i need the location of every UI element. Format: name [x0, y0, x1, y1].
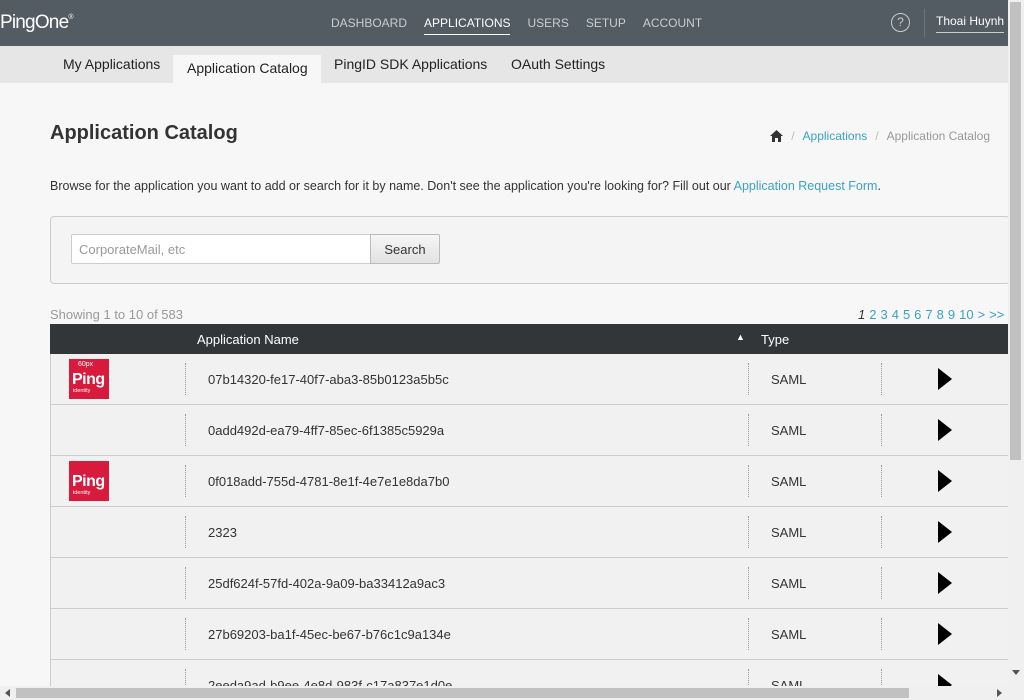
- horizontal-scrollbar-thumb[interactable]: [16, 688, 909, 698]
- column-application-name[interactable]: Application Name: [197, 332, 299, 347]
- breadcrumb-current: Application Catalog: [886, 129, 990, 143]
- column-divider: [881, 516, 882, 548]
- page-link[interactable]: 9: [948, 307, 955, 322]
- breadcrumb-applications[interactable]: Applications: [803, 129, 868, 143]
- tab-application-catalog[interactable]: Application Catalog: [173, 55, 321, 83]
- nav-account[interactable]: ACCOUNT: [643, 16, 702, 35]
- column-divider: [185, 516, 186, 548]
- column-divider: [185, 363, 186, 395]
- app-name: 07b14320-fe17-40f7-aba3-85b0123a5b5c: [208, 372, 449, 387]
- vertical-scrollbar[interactable]: [1008, 0, 1024, 686]
- column-type[interactable]: Type: [761, 332, 789, 347]
- table-row[interactable]: 0add492d-ea79-4ff7-85ec-6f1385c5929a SAM…: [50, 405, 1008, 456]
- page-link[interactable]: 5: [903, 307, 910, 322]
- column-divider: [881, 465, 882, 497]
- column-divider: [748, 363, 749, 395]
- column-divider: [748, 516, 749, 548]
- intro-text: Browse for the application you want to a…: [50, 179, 881, 193]
- sort-ascending-icon[interactable]: ▲: [736, 332, 745, 342]
- play-icon[interactable]: [938, 572, 952, 594]
- app-logo: Ping identity: [69, 461, 109, 501]
- help-icon[interactable]: ?: [891, 13, 910, 32]
- page-link[interactable]: 8: [937, 307, 944, 322]
- column-divider: [185, 567, 186, 599]
- home-icon[interactable]: [770, 130, 784, 142]
- table-row[interactable]: 2323 SAML: [50, 507, 1008, 558]
- app-logo: 60px Ping identity: [69, 359, 109, 399]
- page-link[interactable]: 10: [959, 307, 973, 322]
- top-navbar: PingOne® DASHBOARD APPLICATIONS USERS SE…: [0, 0, 1008, 46]
- tab-my-applications[interactable]: My Applications: [63, 56, 160, 72]
- main-nav: DASHBOARD APPLICATIONS USERS SETUP ACCOU…: [331, 16, 719, 35]
- tab-oauth-settings[interactable]: OAuth Settings: [511, 56, 605, 72]
- nav-users[interactable]: USERS: [527, 16, 568, 35]
- tab-pingid-sdk-applications[interactable]: PingID SDK Applications: [334, 56, 487, 72]
- play-icon[interactable]: [938, 368, 952, 390]
- table-row[interactable]: Ping identity 0f018add-755d-4781-8e1f-4e…: [50, 456, 1008, 507]
- app-name: 27b69203-ba1f-45ec-be67-b76c1c9a134e: [208, 627, 451, 642]
- page-link[interactable]: 2: [869, 307, 876, 322]
- play-icon[interactable]: [938, 623, 952, 645]
- column-divider: [881, 618, 882, 650]
- column-divider: [881, 567, 882, 599]
- play-icon[interactable]: [938, 470, 952, 492]
- app-type: SAML: [771, 525, 807, 540]
- page-link[interactable]: 3: [880, 307, 887, 322]
- app-type: SAML: [771, 576, 807, 591]
- column-divider: [185, 618, 186, 650]
- app-type: SAML: [771, 423, 807, 438]
- pagination: 1 2 3 4 5 6 7 8 9 10 > >>: [858, 307, 1004, 322]
- sub-tabs: My Applications Application Catalog Ping…: [0, 46, 1008, 83]
- scroll-right-arrow-icon[interactable]: [997, 689, 1002, 697]
- horizontal-scrollbar[interactable]: [0, 686, 1024, 700]
- vertical-scrollbar-thumb[interactable]: [1010, 2, 1021, 460]
- results-count: Showing 1 to 10 of 583: [50, 307, 183, 322]
- nav-applications[interactable]: APPLICATIONS: [424, 16, 511, 35]
- app-type: SAML: [771, 627, 807, 642]
- search-input[interactable]: [71, 234, 371, 264]
- app-name: 2323: [208, 525, 237, 540]
- column-divider: [748, 465, 749, 497]
- column-divider: [748, 414, 749, 446]
- page-link[interactable]: 6: [914, 307, 921, 322]
- app-name: 0add492d-ea79-4ff7-85ec-6f1385c5929a: [208, 423, 445, 438]
- page-link[interactable]: 7: [925, 307, 932, 322]
- scroll-left-arrow-icon[interactable]: [5, 689, 10, 697]
- page-title: Application Catalog: [50, 122, 238, 144]
- search-panel: Search: [50, 216, 1010, 284]
- column-divider: [748, 618, 749, 650]
- nav-setup[interactable]: SETUP: [586, 16, 626, 35]
- next-page-link[interactable]: >: [978, 307, 986, 322]
- pingone-logo[interactable]: PingOne®: [0, 12, 74, 34]
- search-button[interactable]: Search: [370, 234, 440, 264]
- last-page-link[interactable]: >>: [989, 307, 1004, 322]
- column-divider: [881, 363, 882, 395]
- breadcrumb-separator: /: [791, 129, 795, 143]
- application-request-form-link[interactable]: Application Request Form: [734, 179, 878, 193]
- table-header: Application Name ▲ Type: [50, 324, 1008, 354]
- nav-divider: [924, 9, 925, 37]
- nav-dashboard[interactable]: DASHBOARD: [331, 16, 407, 35]
- column-divider: [881, 414, 882, 446]
- play-icon[interactable]: [938, 419, 952, 441]
- table-row[interactable]: 27b69203-ba1f-45ec-be67-b76c1c9a134e SAM…: [50, 609, 1008, 660]
- breadcrumb: / Applications / Application Catalog: [770, 129, 990, 143]
- app-name: 0f018add-755d-4781-8e1f-4e7e1e8da7b0: [208, 474, 450, 489]
- table-row[interactable]: 60px Ping identity 07b14320-fe17-40f7-ab…: [50, 354, 1008, 405]
- column-divider: [748, 567, 749, 599]
- column-divider: [185, 414, 186, 446]
- column-divider: [185, 465, 186, 497]
- app-type: SAML: [771, 474, 807, 489]
- play-icon[interactable]: [938, 521, 952, 543]
- scroll-down-arrow-icon[interactable]: [1012, 670, 1020, 675]
- page-link-current: 1: [858, 307, 866, 322]
- app-type: SAML: [771, 372, 807, 387]
- user-menu[interactable]: Thoai Huynh: [936, 14, 1005, 33]
- table-row[interactable]: 25df624f-57fd-402a-9a09-ba33412a9ac3 SAM…: [50, 558, 1008, 609]
- breadcrumb-separator: /: [875, 129, 879, 143]
- app-name: 25df624f-57fd-402a-9a09-ba33412a9ac3: [208, 576, 446, 591]
- application-table: Application Name ▲ Type 60px Ping identi…: [50, 324, 1008, 700]
- page-link[interactable]: 4: [892, 307, 899, 322]
